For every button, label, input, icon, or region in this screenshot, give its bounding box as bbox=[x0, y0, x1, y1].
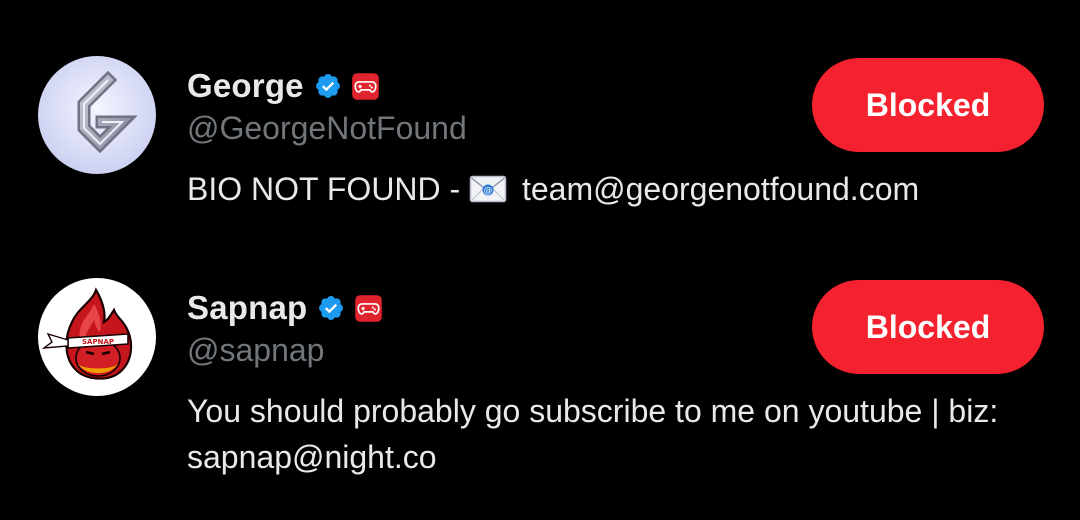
verified-badge-icon[interactable] bbox=[317, 294, 345, 322]
display-name[interactable]: George bbox=[187, 67, 304, 105]
svg-text:SAPNAP: SAPNAP bbox=[82, 338, 114, 346]
bio-text: BIO NOT FOUND - bbox=[187, 171, 470, 207]
email-icon: @ bbox=[469, 175, 507, 203]
sapnap-flame-icon: SAPNAP bbox=[38, 278, 156, 396]
name-line: George bbox=[187, 66, 380, 106]
user-row-george[interactable]: George @GeorgeNotFound BIO NOT FOUND - @… bbox=[0, 56, 1080, 226]
handle[interactable]: @sapnap bbox=[187, 332, 324, 369]
handle[interactable]: @GeorgeNotFound bbox=[187, 110, 467, 147]
verified-badge-icon[interactable] bbox=[314, 72, 342, 100]
gamepad-icon[interactable] bbox=[354, 294, 383, 323]
blocked-button[interactable]: Blocked bbox=[812, 58, 1044, 152]
svg-text:@: @ bbox=[484, 186, 493, 196]
gamepad-icon[interactable] bbox=[351, 72, 380, 101]
blocked-button[interactable]: Blocked bbox=[812, 280, 1044, 374]
name-line: Sapnap bbox=[187, 288, 383, 328]
bio: You should probably go subscribe to me o… bbox=[187, 393, 999, 475]
user-row-sapnap[interactable]: SAPNAP Sapnap @sapnap You should probabl… bbox=[0, 278, 1080, 478]
george-logo-icon bbox=[38, 56, 156, 174]
display-name[interactable]: Sapnap bbox=[187, 289, 307, 327]
avatar-george[interactable] bbox=[38, 56, 156, 174]
bio: BIO NOT FOUND - @ team@georgenotfound.co… bbox=[187, 166, 1047, 212]
avatar-sapnap[interactable]: SAPNAP bbox=[38, 278, 156, 396]
email-link[interactable]: team@georgenotfound.com bbox=[513, 171, 919, 207]
